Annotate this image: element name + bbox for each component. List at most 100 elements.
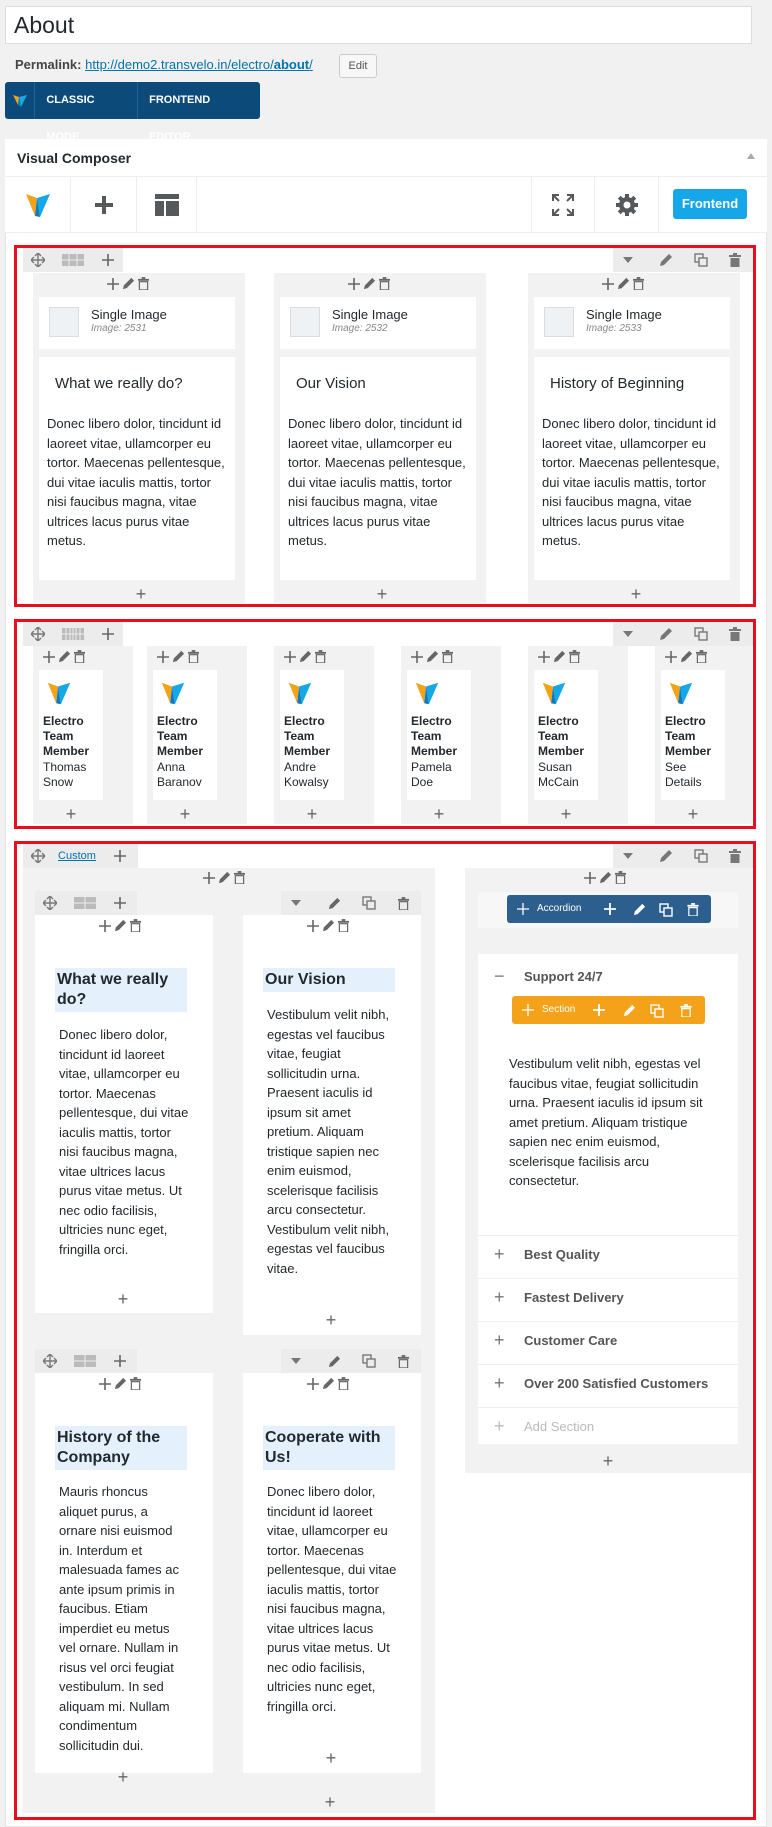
move-icon[interactable]	[23, 844, 53, 868]
edit-column-icon[interactable]	[122, 277, 135, 290]
add-element-plus-icon[interactable]: +	[302, 805, 322, 823]
move-icon[interactable]	[23, 622, 53, 646]
text-block-element[interactable]: History of Beginning Donec libero dolor,…	[534, 357, 730, 580]
layout-icon[interactable]	[70, 891, 100, 915]
delete-column-icon[interactable]	[188, 650, 199, 663]
delete-column-icon[interactable]	[442, 650, 453, 663]
single-image-element[interactable]: Single Image Image: 2531	[39, 297, 235, 349]
accordion-item[interactable]: + Fastest Delivery	[478, 1278, 738, 1315]
add-element-icon[interactable]	[99, 919, 111, 932]
edit-column-icon[interactable]	[299, 650, 312, 663]
layout-icon[interactable]	[70, 1349, 100, 1373]
add-element-icon[interactable]	[584, 871, 596, 884]
delete-column-icon[interactable]	[338, 1377, 349, 1390]
accordion-controls[interactable]: Accordion	[507, 895, 711, 923]
edit-row-icon[interactable]	[651, 622, 681, 646]
add-element-icon[interactable]	[538, 650, 550, 663]
add-element-icon[interactable]	[203, 871, 215, 884]
delete-column-icon[interactable]	[615, 871, 626, 884]
delete-column-icon[interactable]	[138, 277, 149, 290]
team-member-element[interactable]: Electro Team Member Andre Kowalsy	[280, 670, 344, 800]
add-element-icon[interactable]	[348, 277, 360, 290]
toggle-row-icon[interactable]	[613, 248, 643, 272]
text-block-element[interactable]: What we really do? Donec libero dolor, t…	[39, 357, 235, 580]
delete-row-icon[interactable]	[720, 844, 750, 868]
add-element-icon[interactable]	[411, 650, 423, 663]
accordion-item[interactable]: + Best Quality	[478, 1235, 738, 1272]
edit-column-icon[interactable]	[322, 919, 335, 932]
frontend-editor-button[interactable]: FRONTEND EDITOR	[138, 82, 260, 143]
delete-column-icon[interactable]	[130, 919, 141, 932]
add-element-icon[interactable]	[43, 650, 55, 663]
delete-column-icon[interactable]	[234, 871, 245, 884]
add-element-plus-icon[interactable]: +	[598, 1452, 618, 1470]
clone-row-icon[interactable]	[354, 891, 384, 915]
team-member-element[interactable]: Electro Team Member Thomas Snow	[39, 670, 103, 800]
team-member-element[interactable]: Electro Team Member Anna Baranov	[153, 670, 217, 800]
accordion-open-title[interactable]: Support 24/7	[524, 969, 603, 984]
single-image-element[interactable]: Single Image Image: 2533	[534, 297, 730, 349]
accordion-item[interactable]: + Customer Care	[478, 1321, 738, 1358]
frontend-button[interactable]: Frontend	[673, 189, 747, 219]
add-section-item[interactable]: + Add Section	[478, 1407, 738, 1444]
custom-layout-link[interactable]: Custom	[53, 844, 101, 868]
delete-column-icon[interactable]	[379, 277, 390, 290]
delete-column-icon[interactable]	[130, 1377, 141, 1390]
edit-column-icon[interactable]	[58, 650, 71, 663]
add-column-icon[interactable]	[105, 891, 135, 915]
edit-column-icon[interactable]	[363, 277, 376, 290]
add-column-icon[interactable]	[93, 622, 123, 646]
edit-column-icon[interactable]	[553, 650, 566, 663]
add-element-icon[interactable]	[99, 1377, 111, 1390]
delete-row-icon[interactable]	[720, 622, 750, 646]
edit-row-icon[interactable]	[651, 844, 681, 868]
clone-row-icon[interactable]	[354, 1349, 384, 1373]
add-element-plus-icon[interactable]: +	[429, 805, 449, 823]
move-icon[interactable]	[35, 1349, 65, 1373]
add-column-icon[interactable]	[93, 248, 123, 272]
clone-row-icon[interactable]	[686, 844, 716, 868]
add-element-plus-icon[interactable]: +	[61, 805, 81, 823]
clone-row-icon[interactable]	[686, 248, 716, 272]
templates-icon[interactable]	[137, 177, 197, 233]
add-element-plus-icon[interactable]: +	[113, 1290, 133, 1308]
delete-row-icon[interactable]	[720, 248, 750, 272]
edit-row-icon[interactable]	[651, 248, 681, 272]
edit-column-icon[interactable]	[426, 650, 439, 663]
add-element-icon[interactable]	[71, 177, 137, 233]
delete-column-icon[interactable]	[696, 650, 707, 663]
delete-column-icon[interactable]	[633, 277, 644, 290]
permalink-link[interactable]: http://demo2.transvelo.in/electro/about/	[85, 57, 313, 72]
add-element-icon[interactable]	[307, 1377, 319, 1390]
add-element-icon[interactable]	[157, 650, 169, 663]
edit-row-icon[interactable]	[319, 1349, 349, 1373]
add-element-plus-icon[interactable]: +	[321, 1749, 341, 1767]
collapse-caret-icon[interactable]	[747, 153, 755, 159]
team-member-element[interactable]: Electro Team Member See Details	[661, 670, 725, 800]
layout-icon[interactable]	[58, 622, 88, 646]
edit-column-icon[interactable]	[680, 650, 693, 663]
add-element-plus-icon[interactable]: +	[175, 805, 195, 823]
collapse-minus-icon[interactable]: −	[494, 966, 505, 987]
toggle-row-icon[interactable]	[613, 622, 643, 646]
toggle-row-icon[interactable]	[281, 1349, 311, 1373]
add-element-plus-icon[interactable]: +	[321, 1311, 341, 1329]
delete-column-icon[interactable]	[315, 650, 326, 663]
add-element-plus-icon[interactable]: +	[320, 1793, 340, 1811]
delete-row-icon[interactable]	[388, 1349, 418, 1373]
team-member-element[interactable]: Electro Team Member Pamela Doe	[407, 670, 471, 800]
layout-icon[interactable]	[58, 248, 88, 272]
edit-column-icon[interactable]	[218, 871, 231, 884]
text-block-element[interactable]: Our Vision Donec libero dolor, tincidunt…	[280, 357, 476, 580]
accordion-item[interactable]: + Over 200 Satisfied Customers	[478, 1364, 738, 1401]
post-title-input[interactable]: About	[5, 6, 752, 44]
move-icon[interactable]	[35, 891, 65, 915]
edit-column-icon[interactable]	[114, 1377, 127, 1390]
toggle-row-icon[interactable]	[613, 844, 643, 868]
vc-panel-header[interactable]: Visual Composer	[5, 139, 767, 177]
settings-gear-icon[interactable]	[595, 177, 659, 233]
edit-column-icon[interactable]	[617, 277, 630, 290]
delete-column-icon[interactable]	[338, 919, 349, 932]
edit-column-icon[interactable]	[322, 1377, 335, 1390]
add-element-plus-icon[interactable]: +	[683, 805, 703, 823]
